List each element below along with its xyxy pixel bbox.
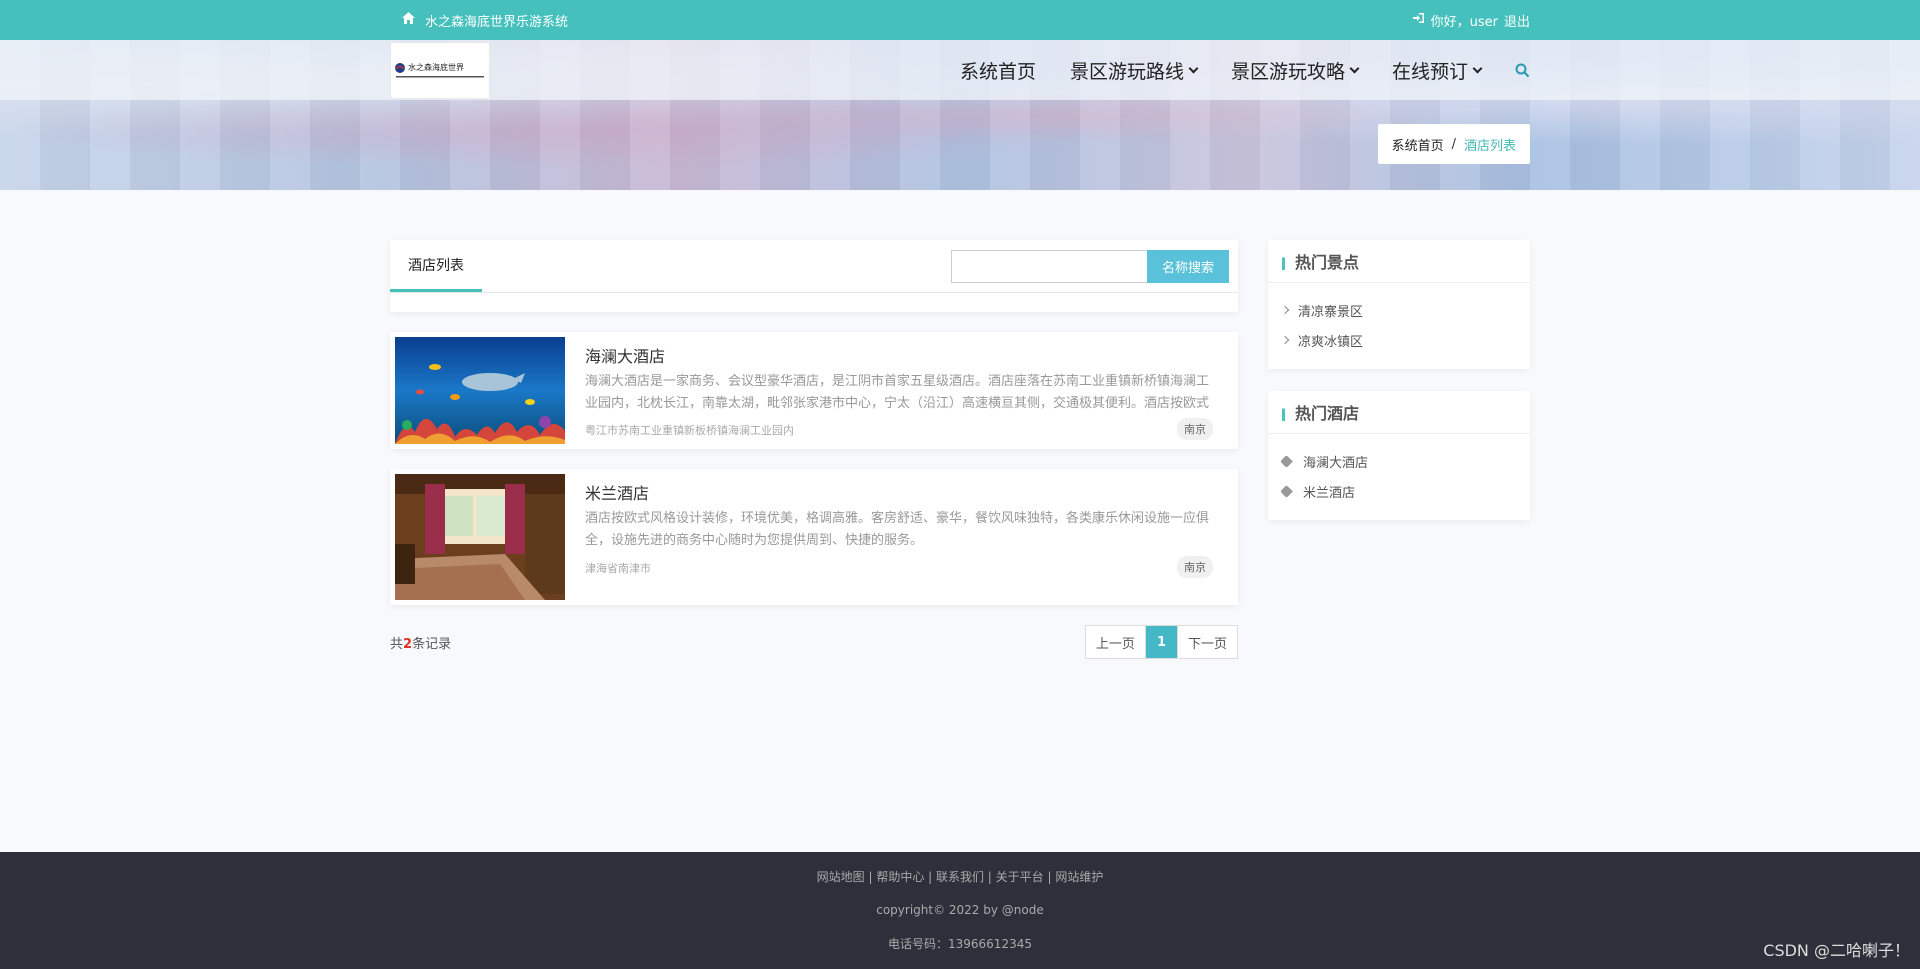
hotel-description: 海澜大酒店是一家商务、会议型豪华酒店，是江阴市首家五星级酒店。酒店座落在苏南工业… [585,374,1210,411]
footer-phone: 电话号码：13966612345 [888,937,1032,951]
list-item[interactable]: 海澜大酒店 [1280,446,1516,476]
hotel-title[interactable]: 米兰酒店 [585,480,1213,504]
watermark: CSDN @二哈喇子！ [1763,941,1910,960]
site-logo[interactable]: 水之森海底世界 [390,42,490,99]
widget-title: 热门酒店 [1295,404,1360,423]
nav-item-guides[interactable]: 景区游玩攻略 [1230,57,1360,84]
hotel-card[interactable]: 海澜大酒店 海澜大酒店是一家商务、会议型豪华酒店，是江阴市首家五星级酒店。酒店座… [390,332,1238,449]
logo-text: 水之森海底世界 [408,62,464,72]
total-count: 2 [403,636,413,652]
pagination: 上一页 1 下一页 [1084,625,1238,659]
nav-item-routes[interactable]: 景区游玩路线 [1069,57,1199,84]
list-item[interactable]: 米兰酒店 [1280,476,1516,506]
hotel-address: 津海省南津市 [585,562,651,575]
accent-bar [1282,403,1285,421]
hotel-card[interactable]: 米兰酒店 酒店按欧式风格设计装修，环境优美，格调高雅。客房舒适、豪华，餐饮风味独… [390,469,1238,605]
sidebar: 热门景点 清凉寨景区 凉爽冰镇区 热门酒店 海澜大酒店 米兰酒店 [1268,240,1530,659]
total-prefix: 共 [390,636,404,652]
chevron-down-icon [1188,63,1199,73]
user-greeting[interactable]: 你好，user [1431,11,1498,30]
login-icon [1412,12,1425,28]
hotel-image[interactable] [395,474,565,600]
nav-menu: 系统首页 景区游玩路线 景区游玩攻略 在线预订 [960,57,1530,84]
hotel-list-section: 酒店列表 名称搜索 海澜大酒店 海澜大酒店是一家商务、会议型豪华酒店，是江阴市首… [390,240,1238,659]
hotel-image[interactable] [395,337,565,444]
footer-links[interactable]: 网站地图 | 帮助中心 | 联系我们 | 关于平台 | 网站维护 [0,868,1920,885]
breadcrumb-home[interactable]: 系统首页 [1392,135,1444,154]
nav-item-label: 系统首页 [959,60,1036,83]
hotel-link[interactable]: 海澜大酒店 [1303,452,1368,471]
tag-icon [1280,484,1293,498]
footer: 网站地图 | 帮助中心 | 联系我们 | 关于平台 | 网站维护 copyrig… [0,852,1920,969]
search-form: 名称搜索 [951,250,1229,283]
nav-item-booking[interactable]: 在线预订 [1391,57,1483,84]
breadcrumb-separator: / [1451,136,1456,152]
spot-link[interactable]: 凉爽冰镇区 [1298,331,1363,350]
hotel-description: 酒店按欧式风格设计装修，环境优美，格调高雅。客房舒适、豪华，餐饮风味独特，各类康… [585,511,1210,548]
hotel-link[interactable]: 米兰酒店 [1303,482,1355,501]
next-page-button[interactable]: 下一页 [1176,626,1237,658]
main-navbar: 水之森海底世界 系统首页 景区游玩路线 景区游玩攻略 在线预订 [0,40,1920,100]
search-icon[interactable] [1515,63,1530,78]
city-badge: 南京 [1177,556,1213,578]
nav-item-home[interactable]: 系统首页 [960,57,1036,84]
hotel-title[interactable]: 海澜大酒店 [585,343,1213,367]
divider [390,292,1238,293]
pagination-row: 共2条记录 上一页 1 下一页 [390,625,1238,659]
chevron-right-icon [1280,305,1290,315]
city-badge: 南京 [1177,418,1213,440]
hotel-address: 粤江市苏南工业重镇新板桥镇海澜工业园内 [585,424,794,437]
search-input[interactable] [951,250,1147,283]
footer-copyright: copyright© 2022 by @node [876,903,1044,917]
chevron-down-icon [1472,63,1483,73]
tab-hotel-list[interactable]: 酒店列表 [390,240,482,292]
breadcrumb-current: 酒店列表 [1463,138,1516,154]
breadcrumb: 系统首页 / 酒店列表 [1377,124,1530,164]
logout-link[interactable]: 退出 [1504,11,1530,30]
nav-item-label: 在线预订 [1391,60,1468,83]
hot-hotels-widget: 热门酒店 海澜大酒店 米兰酒店 [1268,391,1530,520]
prev-page-button[interactable]: 上一页 [1085,626,1145,658]
nav-item-label: 景区游玩路线 [1069,60,1184,83]
accent-bar [1282,252,1285,270]
total-suffix: 条记录 [412,636,452,652]
chevron-down-icon [1349,63,1360,73]
page-number[interactable]: 1 [1144,626,1177,658]
total-records: 共2条记录 [390,633,451,652]
list-header: 酒店列表 名称搜索 [390,240,1238,312]
list-item[interactable]: 凉爽冰镇区 [1280,325,1516,355]
name-search-button[interactable]: 名称搜索 [1147,250,1229,283]
nav-item-label: 景区游玩攻略 [1230,60,1345,83]
hero-banner: 水之森海底世界 系统首页 景区游玩路线 景区游玩攻略 在线预订 系统首页 / 酒… [0,40,1920,190]
site-name[interactable]: 水之森海底世界乐游系统 [425,11,568,30]
list-item[interactable]: 清凉寨景区 [1280,295,1516,325]
spot-link[interactable]: 清凉寨景区 [1298,301,1363,320]
hot-spots-widget: 热门景点 清凉寨景区 凉爽冰镇区 [1268,240,1530,369]
chevron-right-icon [1280,335,1290,345]
top-bar: 水之森海底世界乐游系统 你好，user 退出 [0,0,1920,40]
logo-image: 水之森海底世界 [395,62,484,77]
tag-icon [1280,454,1293,468]
widget-title: 热门景点 [1295,253,1360,272]
home-icon[interactable] [402,12,415,28]
